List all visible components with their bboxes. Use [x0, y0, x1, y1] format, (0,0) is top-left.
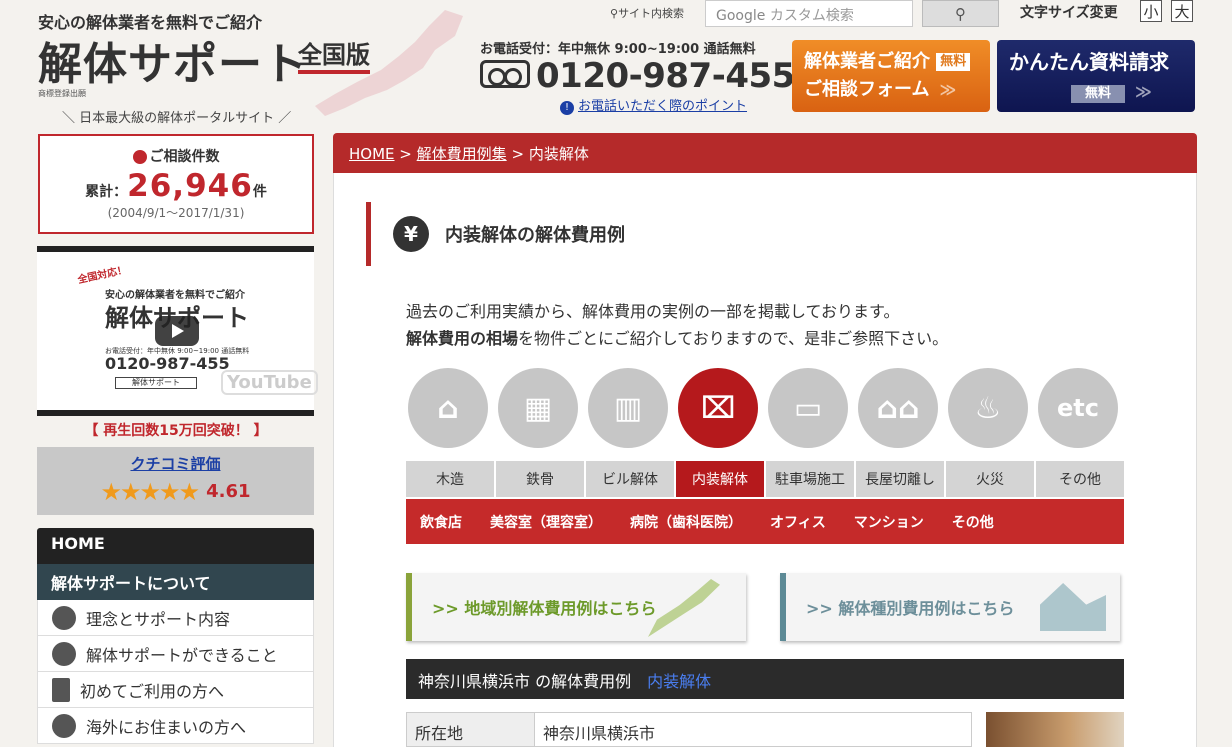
site-tagline: ＼ 日本最大級の解体ポータルサイト ／ [62, 111, 292, 126]
double-chevron-icon: ≫ [1135, 82, 1152, 101]
font-small-button[interactable]: 小 [1140, 0, 1162, 22]
subnav-restaurant[interactable]: 飲食店 [420, 512, 462, 532]
beginner-mark-icon [52, 677, 70, 702]
parking-icon[interactable]: ▭ [768, 368, 848, 448]
interior-icon[interactable]: ⌧ [678, 368, 758, 448]
house-illustration-icon [1040, 583, 1106, 631]
support-icon [52, 641, 76, 666]
sidebar-item-philosophy[interactable]: 理念とサポート内容 [37, 600, 314, 636]
breadcrumb-home[interactable]: HOME [349, 145, 395, 163]
breadcrumb: HOME > 解体費用例集 > 内装解体 [333, 133, 1197, 173]
edition-label: 全国版 [298, 40, 370, 74]
etc-icon[interactable]: etc [1038, 368, 1118, 448]
case-header: 神奈川県横浜市 の解体費用例 内装解体 [406, 659, 1124, 699]
play-icon[interactable] [155, 316, 199, 346]
rating-stars: ★★★★★ 4.61 [100, 478, 251, 506]
office-building-icon[interactable]: ▥ [588, 368, 668, 448]
subnav-mansion[interactable]: マンション [854, 512, 924, 532]
trademark-note: 商標登録出願 [38, 89, 86, 98]
tab-other[interactable]: その他 [1036, 461, 1124, 497]
document-request-button[interactable]: かんたん資料請求 無料 ≫ [997, 40, 1195, 112]
support-icon [52, 605, 76, 630]
tel-number[interactable]: 0120-987-455 [480, 56, 795, 96]
japan-map-icon [648, 579, 720, 637]
search-input[interactable]: Google カスタム検索 [705, 0, 913, 27]
region-cost-banner[interactable]: >> 地域別解体費用例はこちら [406, 573, 746, 641]
rating-score: 4.61 [206, 481, 251, 502]
youtube-logo: YouTube [221, 370, 318, 395]
tab-parking[interactable]: 駐車場施工 [766, 461, 856, 497]
globe-icon [52, 713, 76, 738]
review-link[interactable]: クチコミ評価 [37, 453, 314, 474]
table-label: 所在地 [407, 713, 535, 746]
sidebar-menu: HOME 解体サポートについて 理念とサポート内容 解体サポートができること 初… [37, 528, 314, 744]
case-category-link[interactable]: 内装解体 [647, 672, 711, 691]
counter-icon [132, 150, 147, 164]
case-photo [986, 712, 1124, 747]
tab-steel[interactable]: 鉄骨 [496, 461, 586, 497]
font-large-button[interactable]: 大 [1171, 0, 1193, 22]
play-count: 【 再生回数15万回突破！ 】 [84, 423, 268, 439]
intro-text: 過去のご利用実績から、解体費用の実例の一部を掲載しております。 解体費用の相場を… [406, 302, 949, 348]
subnav-clinic[interactable]: 病院（歯科医院） [630, 512, 742, 532]
tab-row-house[interactable]: 長屋切離し [856, 461, 946, 497]
row-house-icon[interactable]: ⌂⌂ [858, 368, 938, 448]
search-icon: ⚲ [610, 7, 619, 20]
subnav-other[interactable]: その他 [952, 512, 994, 532]
sidebar-item-overseas[interactable]: 海外にお住まいの方へ [37, 708, 314, 744]
review-box: クチコミ評価 ★★★★★ 4.61 [37, 447, 314, 515]
page-title: 内装解体の解体費用例 [445, 225, 625, 246]
subnav-salon[interactable]: 美容室（理容室） [490, 512, 602, 532]
type-cost-banner[interactable]: >> 解体種別費用例はこちら [780, 573, 1120, 641]
sidebar-item-services[interactable]: 解体サポートができること [37, 636, 314, 672]
tel-hours: お電話受付：年中無休 9:00~19:00 通話無料 [480, 42, 756, 57]
sidebar-item-beginner[interactable]: 初めてご利用の方へ [37, 672, 314, 708]
double-chevron-icon: ≫ [939, 80, 957, 99]
consultation-counter: ご相談件数 累計：26,946件 (2004/9/1〜2017/1/31) [38, 134, 314, 234]
yen-icon: ¥ [393, 216, 429, 252]
breadcrumb-cost-examples[interactable]: 解体費用例集 [417, 145, 507, 163]
tab-interior[interactable]: 内装解体 [676, 461, 766, 497]
tab-wooden[interactable]: 木造 [406, 461, 496, 497]
search-button[interactable]: ⚲ [922, 0, 999, 27]
case-table: 所在地 神奈川県横浜市 [406, 712, 972, 747]
section-heading: ¥ 内装解体の解体費用例 [366, 202, 1166, 266]
font-size-label: 文字サイズ変更 [1020, 5, 1118, 21]
tab-fire[interactable]: 火災 [946, 461, 1036, 497]
subnav-office[interactable]: オフィス [770, 512, 826, 532]
consult-form-button[interactable]: 解体業者ご紹介 無料 ご相談フォーム ≫ [792, 40, 990, 112]
sidebar-item-home[interactable]: HOME [37, 528, 314, 564]
fire-icon[interactable]: ♨ [948, 368, 1028, 448]
building-icon[interactable]: ▦ [498, 368, 578, 448]
site-logo[interactable]: 解体サポート [38, 28, 308, 92]
info-icon: ! [560, 101, 574, 115]
sidebar-item-about[interactable]: 解体サポートについて [37, 564, 314, 600]
site-search-label: ⚲サイト内検索 [610, 7, 685, 20]
breadcrumb-current: 内装解体 [528, 145, 589, 163]
tab-building[interactable]: ビル解体 [586, 461, 676, 497]
category-tabs: 木造 鉄骨 ビル解体 内装解体 駐車場施工 長屋切離し 火災 その他 [406, 461, 1124, 497]
subcategory-nav: 飲食店 美容室（理容室） 病院（歯科医院） オフィス マンション その他 [406, 499, 1124, 544]
search-icon: ⚲ [955, 4, 966, 23]
freedial-icon [480, 59, 530, 88]
house-icon[interactable]: ⌂ [408, 368, 488, 448]
category-icons: ⌂ ▦ ▥ ⌧ ▭ ⌂⌂ ♨ etc [406, 366, 1124, 454]
promo-video[interactable]: 全国対応！ 安心の解体業者を無料でご紹介 解体サポート お電話受付：年中無休 9… [37, 246, 318, 416]
tel-point-link[interactable]: ! お電話いただく際のポイント [560, 95, 747, 115]
table-value: 神奈川県横浜市 [543, 724, 656, 743]
